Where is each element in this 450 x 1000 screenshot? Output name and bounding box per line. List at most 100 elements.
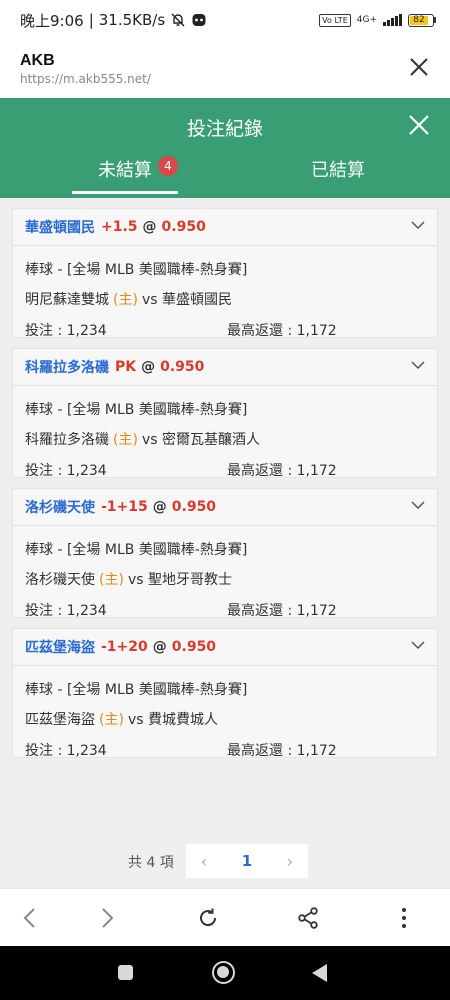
home-team: 洛杉磯天使 (25, 572, 95, 588)
reload-button[interactable] (158, 889, 258, 947)
vs-label: vs (127, 712, 144, 728)
unsettled-count-badge: 4 (158, 156, 178, 176)
next-page-button[interactable]: › (272, 852, 308, 871)
site-title: AKB (20, 52, 55, 69)
bet-card-header[interactable]: 科羅拉多洛磯 PK @ 0.950 (13, 349, 437, 386)
bet-stake: 投注 : 1,234 (25, 323, 107, 339)
forward-button[interactable] (58, 889, 158, 947)
clock: 晚上9:06 (20, 11, 84, 30)
network-type: 4G+ (356, 15, 377, 25)
bet-team: 匹茲堡海盜 (25, 640, 95, 656)
current-page[interactable]: 1 (222, 852, 272, 870)
close-icon[interactable] (408, 56, 430, 78)
chevron-down-icon[interactable] (411, 640, 425, 650)
status-bar: 晚上9:06 | 31.5KB/s Vo LTE 4G+ 82 (0, 0, 450, 40)
bet-handicap: PK (115, 359, 137, 375)
chevron-down-icon[interactable] (411, 500, 425, 510)
prev-page-button[interactable]: ‹ (186, 852, 222, 871)
share-button[interactable] (258, 889, 358, 947)
bet-list: 華盛頓國民 +1.5 @ 0.950 棒球 - [全場 MLB 美國職棒-熱身賽… (0, 198, 450, 888)
bet-card[interactable]: 華盛頓國民 +1.5 @ 0.950 棒球 - [全場 MLB 美國職棒-熱身賽… (12, 208, 438, 339)
share-icon (298, 906, 318, 929)
modal-header: 投注紀錄 未結算 4 已結算 (0, 98, 450, 198)
vs-label: vs (141, 432, 158, 448)
home-icon[interactable] (212, 961, 235, 984)
bet-handicap: +1.5 (101, 219, 138, 235)
home-team: 明尼蘇達雙城 (25, 292, 109, 308)
chevron-down-icon[interactable] (411, 360, 425, 370)
bet-team: 華盛頓國民 (25, 220, 95, 236)
bet-matchup: 洛杉磯天使 (主) vs 聖地牙哥教士 (25, 569, 425, 589)
bet-card-header[interactable]: 華盛頓國民 +1.5 @ 0.950 (13, 209, 437, 246)
home-team: 匹茲堡海盜 (25, 712, 95, 728)
bet-max-return: 最高返還 : 1,172 (227, 323, 337, 339)
chevron-down-icon[interactable] (411, 220, 425, 230)
vs-label: vs (141, 292, 158, 308)
pagination-total: 共 4 項 (128, 855, 174, 871)
bet-max-return: 最高返還 : 1,172 (227, 743, 337, 759)
bet-card-header[interactable]: 匹茲堡海盜 -1+20 @ 0.950 (13, 629, 437, 666)
home-team: 科羅拉多洛磯 (25, 432, 109, 448)
bet-league: 棒球 - [全場 MLB 美國職棒-熱身賽] (25, 542, 248, 558)
chevron-left-icon (23, 907, 35, 928)
tab-settled[interactable]: 已結算 (290, 158, 386, 194)
at-sign: @ (152, 639, 167, 655)
app-notification-icon (192, 14, 206, 26)
more-vertical-icon (402, 907, 406, 928)
bet-card[interactable]: 洛杉磯天使 -1+15 @ 0.950 棒球 - [全場 MLB 美國職棒-熱身… (12, 488, 438, 619)
recent-apps-icon[interactable] (118, 965, 133, 980)
bet-team: 科羅拉多洛磯 (25, 360, 109, 376)
bet-card[interactable]: 匹茲堡海盜 -1+20 @ 0.950 棒球 - [全場 MLB 美國職棒-熱身… (12, 628, 438, 759)
bet-matchup: 明尼蘇達雙城 (主) vs 華盛頓國民 (25, 289, 425, 309)
at-sign: @ (142, 219, 157, 235)
bet-league: 棒球 - [全場 MLB 美國職棒-熱身賽] (25, 262, 248, 278)
modal-title: 投注紀錄 (186, 118, 263, 140)
bet-odds: 0.950 (160, 359, 205, 375)
bet-stake: 投注 : 1,234 (25, 743, 107, 759)
at-sign: @ (152, 499, 167, 515)
bet-card[interactable]: 科羅拉多洛磯 PK @ 0.950 棒球 - [全場 MLB 美國職棒-熱身賽]… (12, 348, 438, 479)
battery-icon: 82 (408, 13, 436, 27)
bet-odds: 0.950 (171, 499, 217, 515)
mute-bell-icon (171, 13, 185, 27)
more-menu-button[interactable] (358, 889, 450, 947)
bet-card-header[interactable]: 洛杉磯天使 -1+15 @ 0.950 (13, 489, 437, 526)
away-team: 華盛頓國民 (161, 292, 232, 308)
bet-league: 棒球 - [全場 MLB 美國職棒-熱身賽] (25, 402, 248, 418)
away-team: 密爾瓦基釀酒人 (161, 432, 260, 448)
back-triangle-icon[interactable] (312, 964, 327, 982)
bet-max-return: 最高返還 : 1,172 (227, 603, 337, 619)
home-marker: (主) (99, 572, 124, 588)
away-team: 費城費城人 (147, 712, 218, 728)
bet-odds: 0.950 (171, 639, 217, 655)
site-url[interactable]: https://m.akb555.net/ (20, 72, 430, 86)
bet-stake: 投注 : 1,234 (25, 603, 107, 619)
home-marker: (主) (99, 712, 124, 728)
bet-matchup: 匹茲堡海盜 (主) vs 費城費城人 (25, 709, 425, 729)
signal-icon (383, 14, 402, 26)
bet-max-return: 最高返還 : 1,172 (227, 463, 337, 479)
system-nav-bar (0, 946, 450, 1000)
bet-handicap: -1+15 (101, 499, 148, 515)
pagination: ‹ 1 › (186, 844, 308, 878)
at-sign: @ (141, 359, 156, 375)
home-marker: (主) (113, 432, 138, 448)
bet-league: 棒球 - [全場 MLB 美國職棒-熱身賽] (25, 682, 248, 698)
browser-toolbar (0, 888, 450, 946)
bet-stake: 投注 : 1,234 (25, 463, 107, 479)
bet-handicap: -1+20 (101, 639, 148, 655)
browser-header: AKB https://m.akb555.net/ (0, 40, 450, 98)
home-marker: (主) (113, 292, 138, 308)
reload-icon (200, 908, 217, 926)
chevron-right-icon (102, 907, 114, 928)
vs-label: vs (127, 572, 144, 588)
bet-odds: 0.950 (161, 219, 206, 235)
battery-level: 82 (410, 15, 429, 25)
bet-matchup: 科羅拉多洛磯 (主) vs 密爾瓦基釀酒人 (25, 429, 425, 449)
network-speed: 31.5KB/s (98, 11, 166, 29)
away-team: 聖地牙哥教士 (147, 572, 232, 588)
volte-icon: Vo LTE (319, 13, 351, 27)
bet-team: 洛杉磯天使 (25, 500, 95, 516)
modal-close-icon[interactable] (408, 114, 430, 136)
back-button[interactable] (0, 889, 58, 947)
